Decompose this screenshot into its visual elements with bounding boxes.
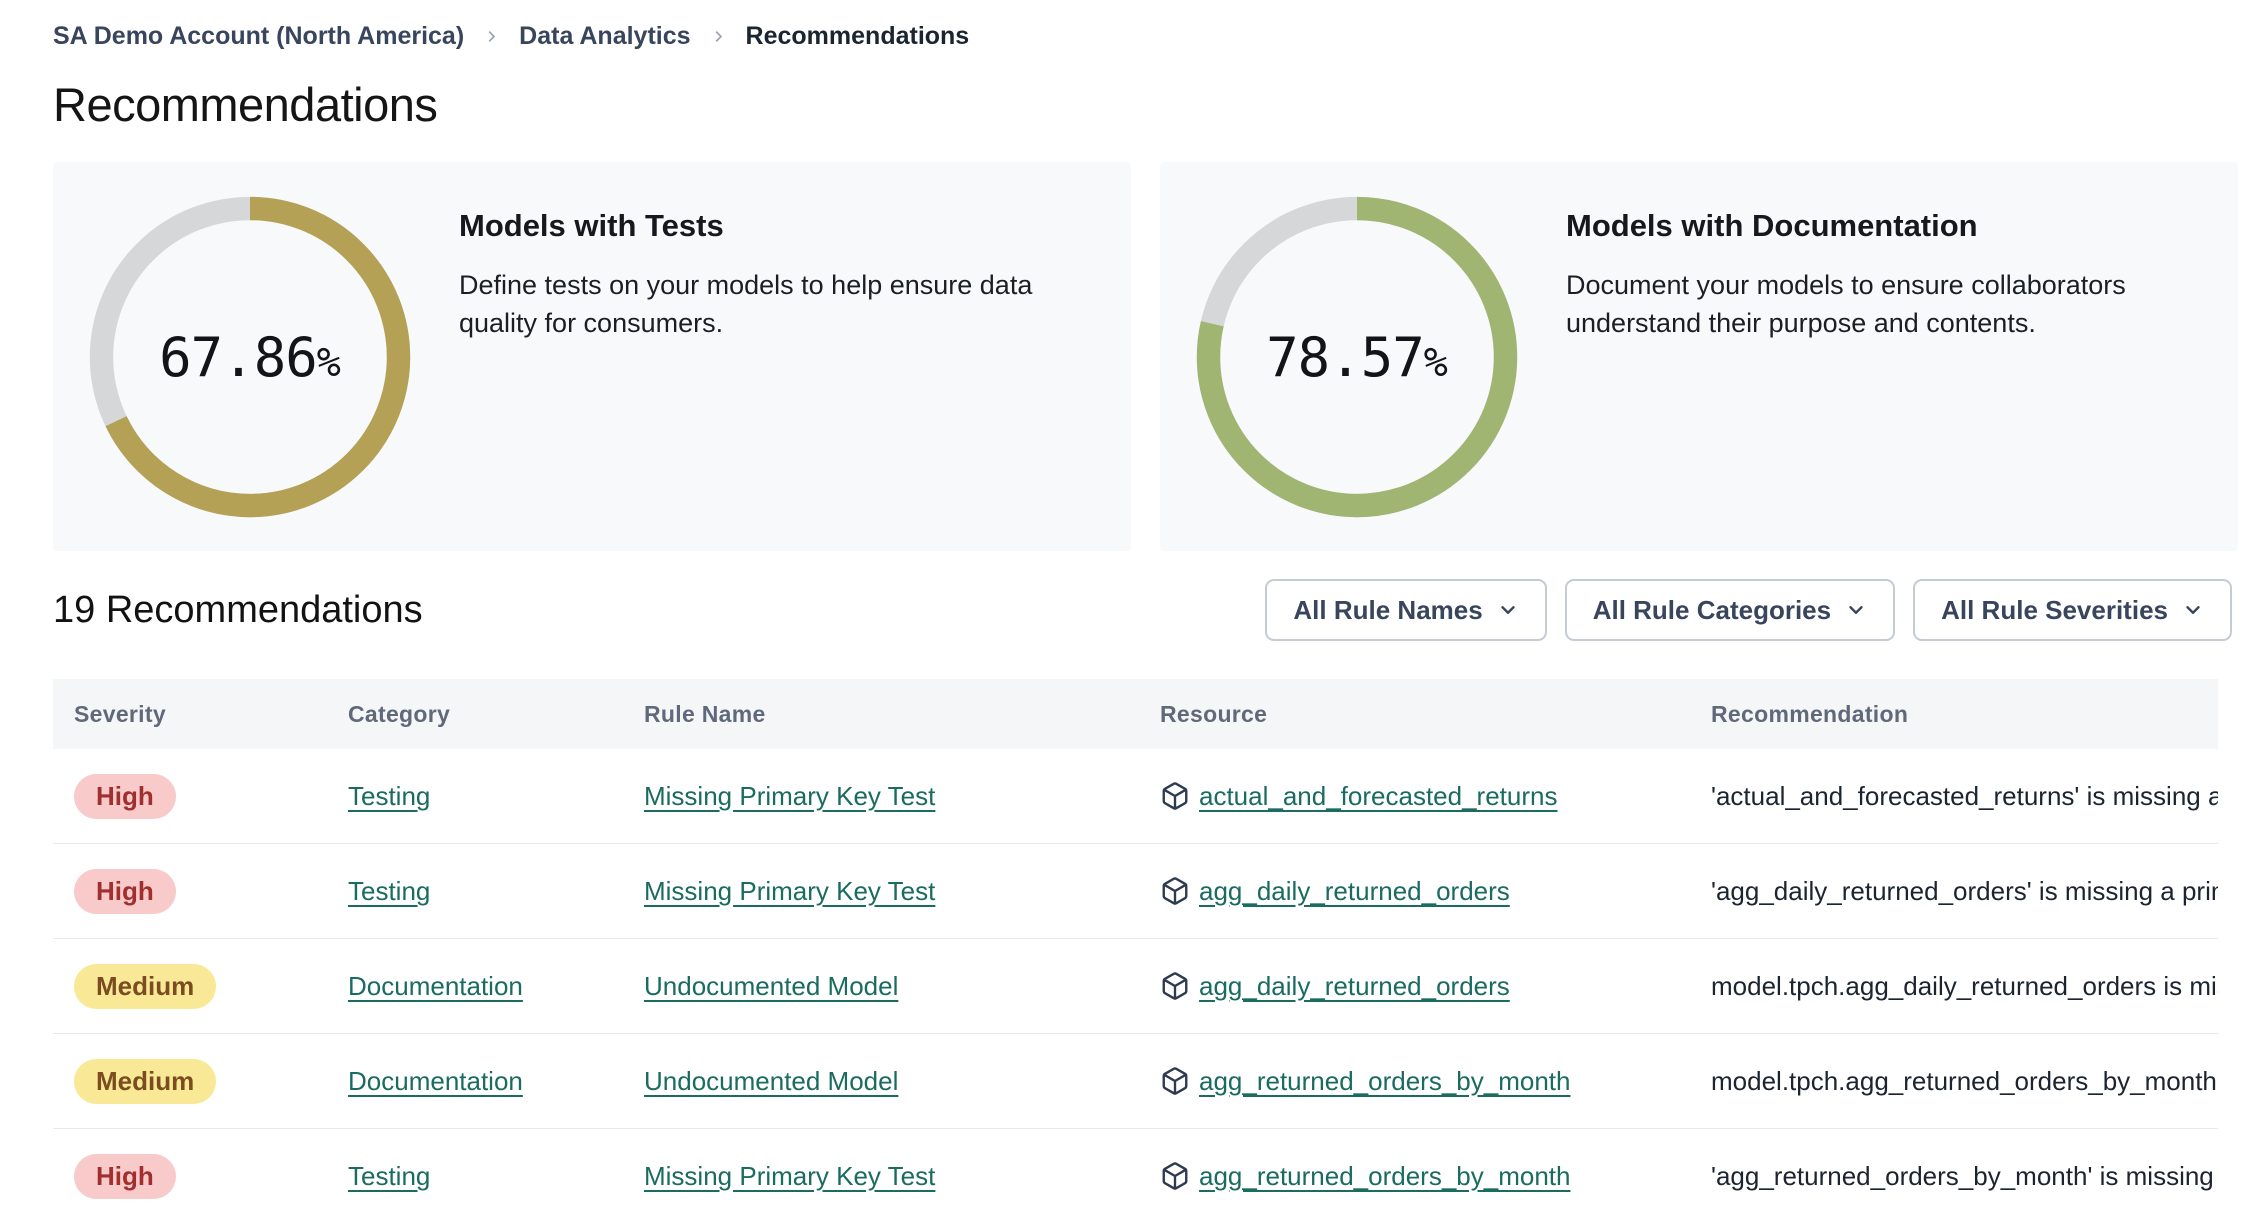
severity-badge: Medium [74,963,217,1009]
card-description: Define tests on your models to help ensu… [459,270,1033,338]
resource-link[interactable]: agg_returned_orders_by_month [1199,1161,1570,1192]
rule-name-link[interactable]: Undocumented Model [644,1066,898,1096]
category-link[interactable]: Testing [348,876,430,906]
table-row: High Testing Missing Primary Key Test ag… [53,1129,2218,1220]
breadcrumb-project[interactable]: Data Analytics [519,22,690,51]
column-header-recommendation: Recommendation [1711,700,1909,727]
card-title: Models with Tests [459,208,724,243]
summary-cards: 67.86% Models with Tests Define tests on… [53,162,2238,551]
breadcrumb: SA Demo Account (North America) Data Ana… [53,22,2238,51]
chevron-right-icon [484,29,499,44]
recommendation-text: model.tpch.agg_daily_returned_orders is … [1711,970,2218,1001]
filter-rule-severities-dropdown[interactable]: All Rule Severities [1913,579,2232,641]
page-title: Recommendations [53,78,438,131]
model-cube-icon [1160,781,1190,811]
table-row: High Testing Missing Primary Key Test ag… [53,844,2218,939]
severity-badge: Medium [74,1058,217,1104]
recommendations-table: Severity Category Rule Name Resource Rec… [53,679,2218,1220]
model-cube-icon [1160,1161,1190,1191]
category-link[interactable]: Testing [348,1161,430,1191]
category-link[interactable]: Testing [348,781,430,811]
model-cube-icon [1160,971,1190,1001]
chevron-down-icon [1497,599,1519,621]
documentation-donut-chart: 78.57% [1192,192,1522,522]
card-models-with-tests: 67.86% Models with Tests Define tests on… [53,162,1131,551]
model-cube-icon [1160,876,1190,906]
filter-bar: All Rule Names All Rule Categories All R… [1265,579,2232,641]
model-cube-icon [1160,1066,1190,1096]
rule-name-link[interactable]: Missing Primary Key Test [644,876,935,906]
documentation-percent-value: 78.57% [1266,325,1448,389]
table-row: Medium Documentation Undocumented Model … [53,1034,2218,1129]
column-header-rule-name: Rule Name [644,700,766,727]
resource-link[interactable]: agg_daily_returned_orders [1199,971,1510,1002]
table-header-row: Severity Category Rule Name Resource Rec… [53,679,2218,749]
table-row: High Testing Missing Primary Key Test ac… [53,749,2218,844]
category-link[interactable]: Documentation [348,1066,523,1096]
chevron-down-icon [2182,599,2204,621]
tests-percent-value: 67.86% [159,325,341,389]
rule-name-link[interactable]: Missing Primary Key Test [644,781,935,811]
severity-badge: High [74,1153,176,1199]
tests-donut-chart: 67.86% [85,192,415,522]
resource-link[interactable]: agg_returned_orders_by_month [1199,1066,1570,1097]
severity-badge: High [74,868,176,914]
table-row: Medium Documentation Undocumented Model … [53,939,2218,1034]
column-header-resource: Resource [1160,700,1268,727]
breadcrumb-account[interactable]: SA Demo Account (North America) [53,22,464,51]
breadcrumb-current: Recommendations [745,22,970,50]
resource-link[interactable]: actual_and_forecasted_returns [1199,781,1557,812]
recommendation-text: 'agg_returned_orders_by_month' is missin… [1711,1160,2218,1191]
severity-badge: High [74,773,176,819]
recommendation-text: 'agg_daily_returned_orders' is missing a… [1711,875,2218,906]
recommendation-text: 'actual_and_forecasted_returns' is missi… [1711,780,2218,811]
card-title: Models with Documentation [1566,208,1978,243]
card-models-with-documentation: 78.57% Models with Documentation Documen… [1160,162,2238,551]
filter-rule-names-dropdown[interactable]: All Rule Names [1265,579,1547,641]
chevron-right-icon [711,29,726,44]
column-header-category: Category [348,700,451,727]
filter-rule-categories-dropdown[interactable]: All Rule Categories [1564,579,1896,641]
chevron-down-icon [1845,599,1867,621]
rule-name-link[interactable]: Undocumented Model [644,971,898,1001]
recommendations-count-title: 19 Recommendations [53,588,423,631]
recommendations-page: SA Demo Account (North America) Data Ana… [0,0,2248,1220]
card-description: Document your models to ensure collabora… [1566,270,2126,338]
list-header: 19 Recommendations All Rule Names All Ru… [53,579,2238,641]
category-link[interactable]: Documentation [348,971,523,1001]
rule-name-link[interactable]: Missing Primary Key Test [644,1161,935,1191]
resource-link[interactable]: agg_daily_returned_orders [1199,876,1510,907]
column-header-severity: Severity [74,700,166,727]
recommendation-text: model.tpch.agg_returned_orders_by_month … [1711,1065,2218,1096]
